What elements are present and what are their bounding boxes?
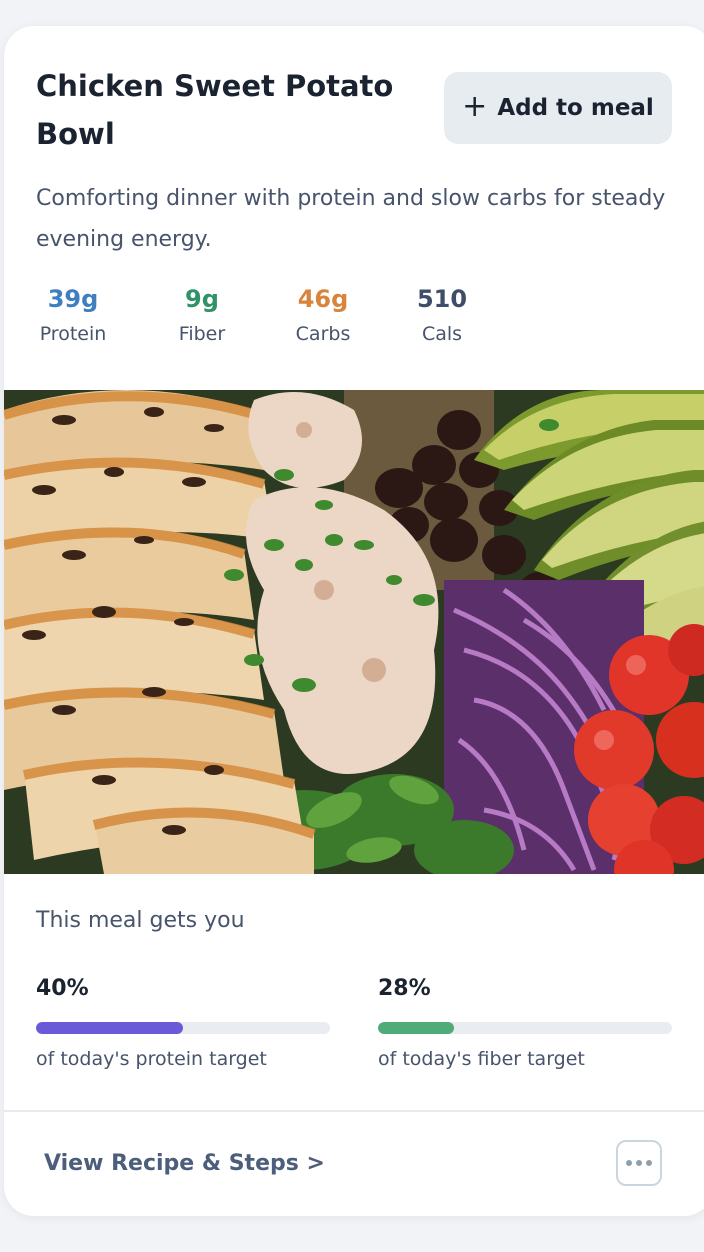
nutrition-value: 510 (416, 285, 468, 313)
protein-percent: 40% (36, 976, 89, 1001)
protein-progress-fill (36, 1022, 183, 1034)
fiber-progress-fill (378, 1022, 455, 1034)
view-recipe-link[interactable]: View Recipe & Steps > (44, 1146, 325, 1182)
nutrition-label: Cals (421, 323, 463, 345)
progress-intro: This meal gets you (36, 908, 245, 933)
footer-divider (4, 1110, 704, 1112)
fiber-progress-bar (378, 1022, 672, 1034)
plus-icon: + (462, 88, 488, 124)
meal-card: Chicken Sweet Potato Bowl + Add to meal … (4, 26, 704, 1216)
more-options-icon-dot (636, 1160, 642, 1166)
nutrition-label: Fiber (178, 323, 226, 345)
nutrition-carbs: 46g Carbs (280, 282, 366, 348)
fiber-percent: 28% (378, 976, 431, 1001)
more-options-button[interactable] (616, 1140, 662, 1186)
nutrition-label: Carbs (295, 323, 351, 345)
protein-progress-bar (36, 1022, 330, 1034)
nutrition-calories: 510 Cals (402, 282, 482, 348)
add-to-meal-label: Add to meal (497, 95, 654, 121)
add-to-meal-button[interactable]: + Add to meal (444, 72, 672, 144)
more-options-icon (626, 1160, 632, 1166)
nutrition-value: 46g (297, 285, 349, 313)
nutrition-value: 9g (185, 285, 219, 313)
nutrition-value: 39g (47, 285, 99, 313)
nutrition-label: Protein (39, 323, 107, 345)
meal-description: Comforting dinner with protein and slow … (36, 186, 666, 252)
nutrition-protein: 39g Protein (24, 282, 122, 348)
meal-title: Chicken Sweet Potato Bowl (36, 69, 394, 151)
nutrition-fiber: 9g Fiber (162, 282, 242, 348)
more-options-icon-dot (646, 1160, 652, 1166)
meal-photo (4, 390, 704, 874)
fiber-target-caption: of today's fiber target (378, 1048, 585, 1070)
protein-target-caption: of today's protein target (36, 1048, 267, 1070)
